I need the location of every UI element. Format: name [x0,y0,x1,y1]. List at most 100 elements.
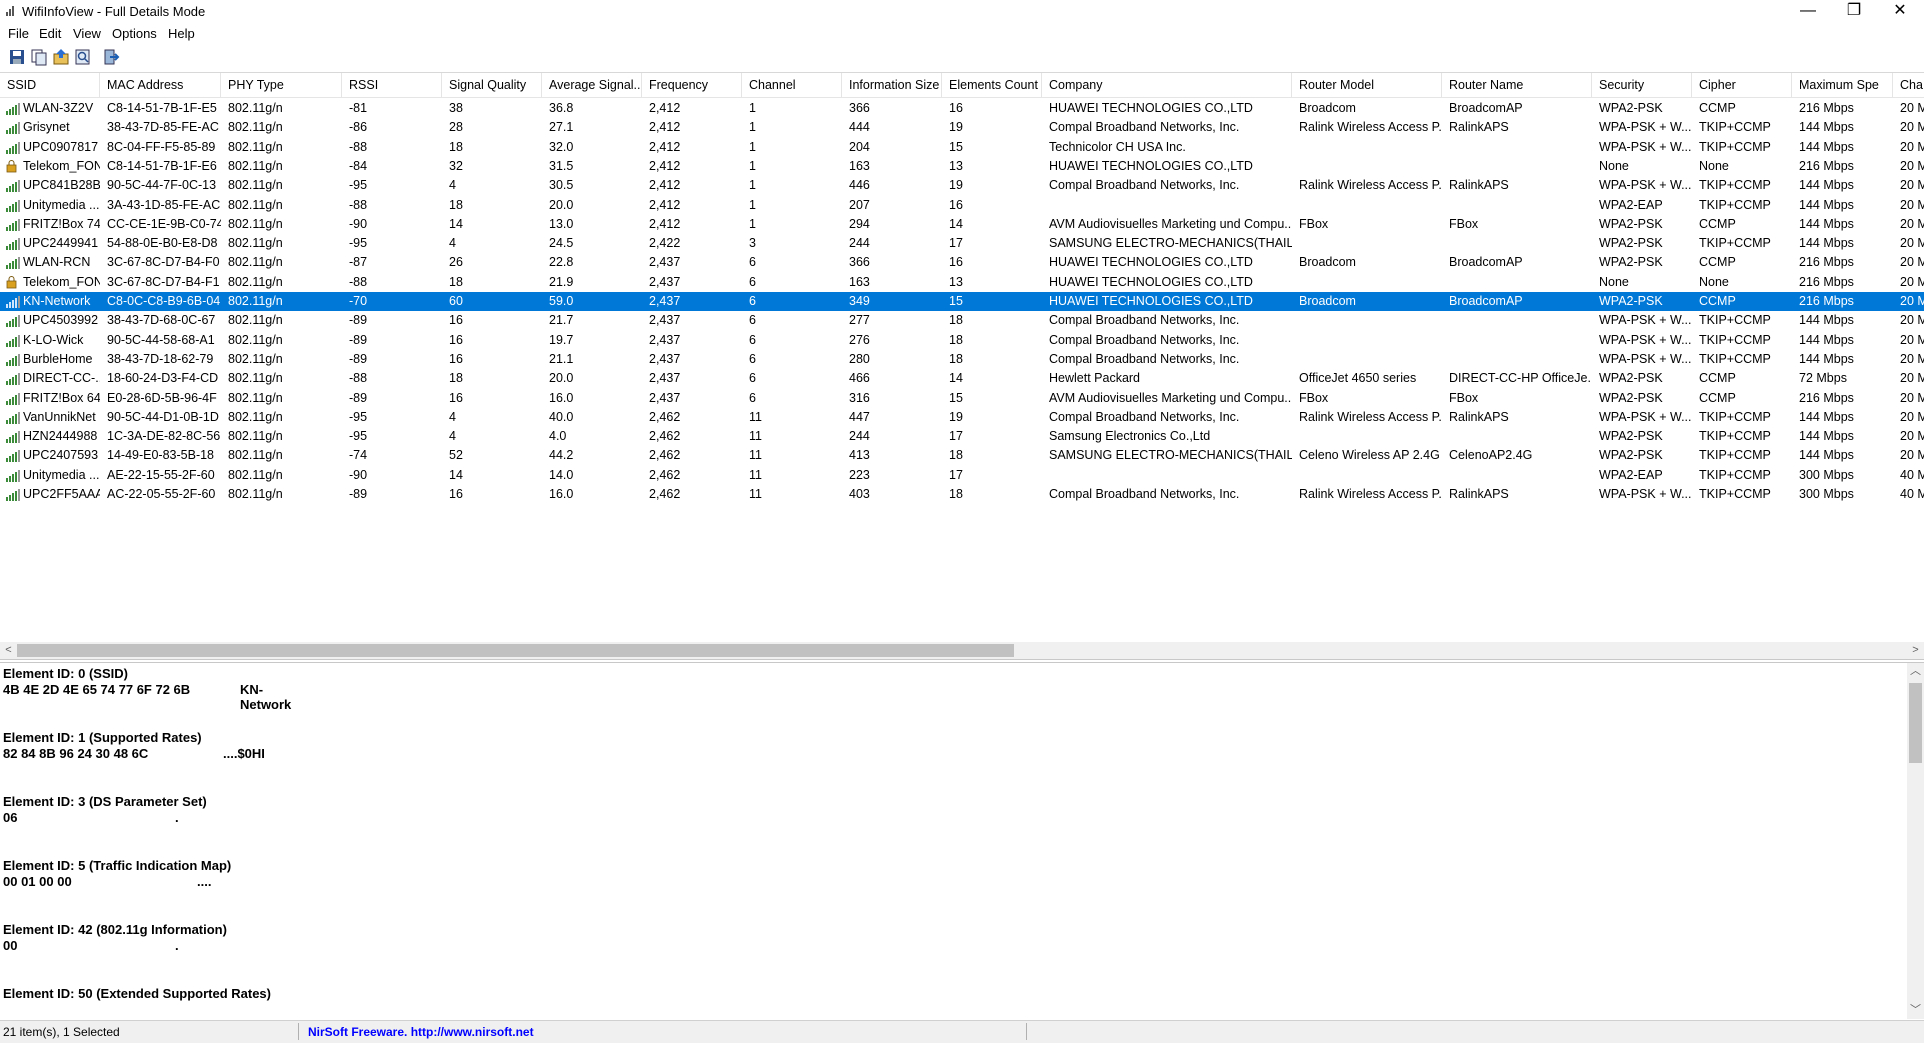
cell-channel: 3 [749,236,756,251]
cell-router-model [1292,427,1442,446]
column-header-signal-quality[interactable]: Signal Quality [442,73,542,97]
cell-channel: 1 [749,120,756,135]
element-block: Element ID: 0 (SSID) 4B 4E 2D 4E 65 74 77… [3,666,291,730]
cell-router-model [1292,196,1442,215]
column-header-router-name[interactable]: Router Name [1442,73,1592,97]
exit-icon[interactable] [102,48,120,66]
table-row[interactable]: Unitymedia ... 3A-43-1D-85-FE-AC 802.11g/n… [0,196,1924,215]
cell-elements-count: 13 [949,274,963,289]
column-header-phy-type[interactable]: PHY Type [221,73,342,97]
horizontal-scrollbar[interactable]: < > [0,642,1924,659]
table-row[interactable]: UPC4503992 38-43-7D-68-0C-67 802.11g/n -89 1… [0,311,1924,330]
cell-ssid: WLAN-RCN [23,255,91,270]
column-header-ssid[interactable]: SSID [0,73,100,97]
cell-maximum-speed: 216 Mbps [1799,158,1854,173]
column-header-mac-address[interactable]: MAC Address [100,73,221,97]
table-row[interactable]: WLAN-3Z2V C8-14-51-7B-1F-E5 802.11g/n -81 38… [0,99,1924,118]
table-row[interactable]: HZN2444988 1C-3A-DE-82-8C-56 802.11g/n -95 4… [0,427,1924,446]
table-row[interactable]: DIRECT-CC-... 18-60-24-D3-F4-CD 802.11g/n -… [0,369,1924,388]
cell-cipher: TKIP+CCMP [1699,467,1771,482]
cell-rssi: -88 [349,274,368,289]
table-row[interactable]: VanUnnikNet 90-5C-44-D1-0B-1D 802.11g/n -95… [0,408,1924,427]
element-hex: 00 [3,938,18,953]
vertical-scroll-thumb[interactable] [1909,683,1922,763]
cell-mac-address: 1C-3A-DE-82-8C-56 [107,429,221,444]
cell-signal-quality: 4 [449,178,456,193]
column-header-router-model[interactable]: Router Model [1292,73,1442,97]
element-hex: 06 [3,810,18,825]
cell-information-size: 163 [849,274,870,289]
horizontal-scroll-thumb[interactable] [17,644,1014,657]
scroll-right-icon[interactable]: > [1907,642,1924,659]
element-detail-pane[interactable]: Element ID: 0 (SSID) 4B 4E 2D 4E 65 74 77… [0,662,1924,1019]
table-row[interactable]: Unitymedia ... AE-22-15-55-2F-60 802.11g/n… [0,466,1924,485]
scroll-left-icon[interactable]: < [0,642,17,659]
cell-security: WPA-PSK + W... [1599,120,1692,135]
column-header-cipher[interactable]: Cipher [1692,73,1792,97]
save-icon[interactable] [8,48,26,66]
export-icon[interactable] [52,48,70,66]
table-row[interactable]: UPC2407593 14-49-E0-83-5B-18 802.11g/n -74 5… [0,446,1924,465]
column-header-frequency[interactable]: Frequency [642,73,742,97]
cell-channel-width: 20 M [1900,158,1924,173]
menu-help[interactable]: Help [168,26,195,41]
column-header-channel-width[interactable]: Cha [1893,73,1924,97]
copy-icon[interactable] [30,48,48,66]
cell-signal-quality: 16 [449,351,463,366]
menu-file[interactable]: File [8,26,29,41]
column-header-average-signal[interactable]: Average Signal... [542,73,642,97]
table-row[interactable]: UPC2449941 54-88-0E-B0-E8-D8 802.11g/n -95 4… [0,234,1924,253]
column-header-rssi[interactable]: RSSI [342,73,442,97]
cell-maximum-speed: 300 Mbps [1799,487,1854,501]
table-row[interactable]: Telekom_FON C8-14-51-7B-1F-E6 802.11g/n -84… [0,157,1924,176]
table-row[interactable]: BurbleHome 38-43-7D-18-62-79 802.11g/n -89 1… [0,350,1924,369]
menu-view[interactable]: View [73,26,101,41]
element-ascii: .... [197,874,212,889]
table-row[interactable]: UPC841B28B 90-5C-44-7F-0C-13 802.11g/n -95 4… [0,176,1924,195]
column-header-channel[interactable]: Channel [742,73,842,97]
cell-rssi: -95 [349,409,368,424]
menu-edit[interactable]: Edit [39,26,61,41]
cell-frequency: 2,437 [649,371,681,386]
cell-average-signal: 30.5 [549,178,574,193]
network-list[interactable]: SSID MAC Address PHY Type RSSI Signal Qualit… [0,72,1924,660]
cell-elements-count: 15 [949,139,963,154]
minimize-button[interactable]: — [1785,0,1831,22]
column-header-security[interactable]: Security [1592,73,1692,97]
element-block: Element ID: 50 (Extended Supported Rates… [3,986,271,1019]
cell-mac-address: 14-49-E0-83-5B-18 [107,448,215,463]
cell-phy-type: 802.11g/n [228,332,283,347]
menu-options[interactable]: Options [112,26,157,41]
cell-mac-address: 8C-04-FF-F5-85-89 [107,139,216,154]
table-row[interactable]: FRITZ!Box 64... E0-28-6D-5B-96-4F 802.11g/… [0,389,1924,408]
column-header-elements-count[interactable]: Elements Count [942,73,1042,97]
find-icon[interactable] [74,48,92,66]
table-row[interactable]: K-LO-Wick 90-5C-44-58-68-A1 802.11g/n -89 16… [0,331,1924,350]
cell-router-model [1292,311,1442,330]
column-header-maximum-speed[interactable]: Maximum Spe [1792,73,1893,97]
table-row[interactable]: Grisynet 38-43-7D-85-FE-AC 802.11g/n -86 28 2… [0,118,1924,137]
cell-frequency: 2,437 [649,313,681,328]
column-header-company[interactable]: Company [1042,73,1292,97]
cell-security: None [1599,274,1629,289]
table-row[interactable]: Telekom_FON 3C-67-8C-D7-B4-F1 802.11g/n -88… [0,273,1924,292]
table-row[interactable]: WLAN-RCN 3C-67-8C-D7-B4-F0 802.11g/n -87 26 2… [0,253,1924,272]
scroll-up-icon[interactable]: ︿ [1907,663,1924,680]
table-row[interactable]: UPC2FF5AAA AC-22-05-55-2F-60 802.11g/n -89 1… [0,485,1924,504]
cell-elements-count: 19 [949,409,963,424]
element-hex-line: 82 84 8B 96 24 30 48 6C ....$0HI [3,746,271,762]
cell-information-size: 466 [849,371,870,386]
nirsoft-link[interactable]: NirSoft Freeware. http://www.nirsoft.net [308,1025,534,1039]
scroll-down-icon[interactable]: ﹀ [1907,1002,1924,1019]
column-header-information-size[interactable]: Information Size [842,73,942,97]
table-row[interactable]: UPC0907817 8C-04-FF-F5-85-89 802.11g/n -88 1… [0,138,1924,157]
close-button[interactable]: ✕ [1877,0,1923,22]
cell-router-model [1292,157,1442,176]
vertical-scrollbar[interactable]: ︿ ﹀ [1907,663,1924,1019]
table-row[interactable]: KN-Network C8-0C-C8-B9-6B-04 802.11g/n -70 6… [0,292,1924,311]
table-row[interactable]: FRITZ!Box 74 CC-CE-1E-9B-C0-74 802.11g/n -9… [0,215,1924,234]
cell-mac-address: 3C-67-8C-D7-B4-F0 [107,255,220,270]
cell-router-name [1442,331,1592,350]
restore-button[interactable]: ❐ [1831,0,1877,22]
cell-company: HUAWEI TECHNOLOGIES CO.,LTD [1049,255,1253,270]
